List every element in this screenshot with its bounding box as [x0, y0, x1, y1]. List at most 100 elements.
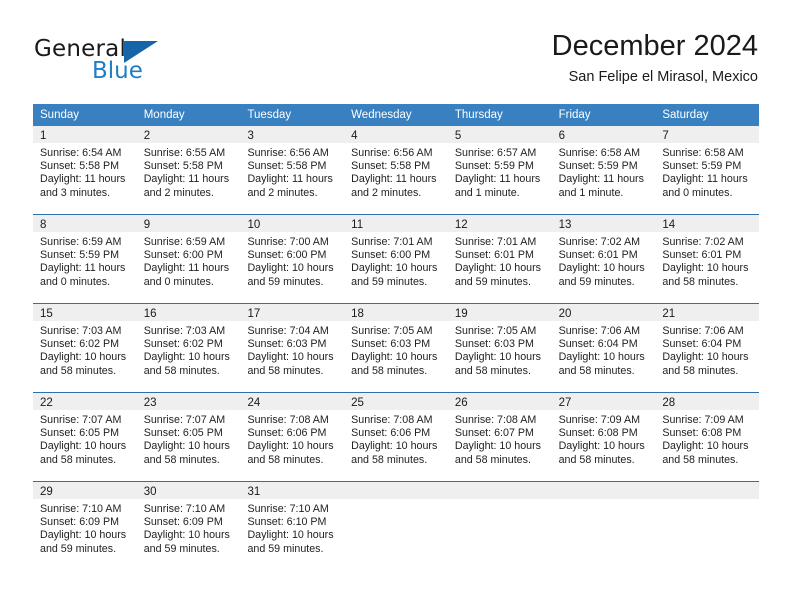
calendar-day-cell[interactable]: 5 Sunrise: 6:57 AM Sunset: 5:59 PM Daylight… — [447, 126, 552, 214]
day-number-band: 4 — [344, 126, 448, 143]
sunset-time: Sunset: 5:58 PM — [351, 160, 431, 173]
day-number-band: 2 — [136, 126, 241, 143]
calendar-day-cell[interactable]: 9 Sunrise: 6:59 AM Sunset: 6:00 PM Daylight… — [136, 215, 241, 303]
sunset-time: Sunset: 6:02 PM — [40, 338, 120, 351]
daylight-duration-line1: Daylight: 10 hours — [143, 529, 230, 542]
page-subtitle: San Felipe el Mirasol, Mexico — [568, 69, 758, 85]
calendar-day-cell[interactable]: 27 Sunrise: 7:09 AM Sunset: 6:08 PM Dayligh… — [551, 393, 656, 481]
day-number: 2 — [143, 130, 151, 142]
sunrise-time: Sunrise: 6:57 AM — [454, 147, 537, 159]
day-details: Sunrise: 6:58 AM Sunset: 5:59 PM Daylight:… — [552, 143, 656, 200]
calendar-day-cell[interactable]: 21 Sunrise: 7:06 AM Sunset: 6:04 PM Dayligh… — [655, 304, 760, 392]
sunrise-time: Sunrise: 6:56 AM — [247, 147, 329, 159]
calendar-day-cell[interactable]: 7 Sunrise: 6:58 AM Sunset: 5:59 PM Daylight… — [655, 126, 760, 214]
day-number: 12 — [454, 219, 468, 231]
sunrise-time: Sunrise: 7:00 AM — [247, 236, 329, 248]
daylight-duration-line2: and 0 minutes. — [40, 275, 111, 288]
sunset-time: Sunset: 6:07 PM — [454, 427, 534, 440]
sunset-time: Sunset: 5:58 PM — [247, 160, 327, 173]
day-number-band — [551, 482, 656, 499]
calendar-day-cell-empty — [344, 482, 448, 570]
day-number-band: 3 — [240, 126, 345, 143]
calendar-day-cell[interactable]: 19 Sunrise: 7:05 AM Sunset: 6:03 PM Dayligh… — [447, 304, 552, 392]
daylight-duration-line1: Daylight: 11 hours — [351, 173, 437, 186]
calendar-day-cell[interactable]: 24 Sunrise: 7:08 AM Sunset: 6:06 PM Dayligh… — [240, 393, 345, 481]
calendar-day-cell[interactable]: 26 Sunrise: 7:08 AM Sunset: 6:07 PM Dayligh… — [447, 393, 552, 481]
calendar-day-cell[interactable]: 6 Sunrise: 6:58 AM Sunset: 5:59 PM Daylight… — [551, 126, 656, 214]
daylight-duration-line2: and 2 minutes. — [247, 186, 318, 199]
calendar-grid: Sunday Monday Tuesday Wednesday Thursday Frid… — [33, 104, 760, 570]
sunrise-time: Sunrise: 7:07 AM — [40, 414, 122, 426]
calendar-day-cell[interactable]: 18 Sunrise: 7:05 AM Sunset: 6:03 PM Dayligh… — [344, 304, 448, 392]
day-details: Sunrise: 7:03 AM Sunset: 6:02 PM Daylight:… — [137, 321, 241, 378]
day-number-band: 1 — [33, 126, 137, 143]
day-number-band: 18 — [344, 304, 448, 321]
weekday-header-row: Sunday Monday Tuesday Wednesday Thursday Frid… — [33, 104, 759, 126]
calendar-day-cell[interactable]: 20 Sunrise: 7:06 AM Sunset: 6:04 PM Dayligh… — [551, 304, 656, 392]
sunset-time: Sunset: 6:00 PM — [351, 249, 431, 262]
calendar-day-cell[interactable]: 17 Sunrise: 7:04 AM Sunset: 6:03 PM Dayligh… — [240, 304, 345, 392]
sunrise-time: Sunrise: 7:08 AM — [454, 414, 537, 426]
weekday-header-sunday: Sunday — [40, 109, 80, 121]
sunset-time: Sunset: 5:59 PM — [558, 160, 638, 173]
day-number-band: 22 — [33, 393, 137, 410]
day-number-band: 21 — [655, 304, 760, 321]
calendar-day-cell[interactable]: 25 Sunrise: 7:08 AM Sunset: 6:06 PM Dayligh… — [344, 393, 448, 481]
day-number-band: 10 — [240, 215, 345, 232]
sunrise-time: Sunrise: 7:01 AM — [454, 236, 537, 248]
calendar-day-cell[interactable]: 12 Sunrise: 7:01 AM Sunset: 6:01 PM Dayligh… — [447, 215, 552, 303]
sunrise-time: Sunrise: 7:10 AM — [143, 503, 226, 515]
sunset-time: Sunset: 5:58 PM — [40, 160, 120, 173]
sunset-time: Sunset: 6:03 PM — [247, 338, 327, 351]
calendar-day-cell[interactable]: 16 Sunrise: 7:03 AM Sunset: 6:02 PM Dayligh… — [136, 304, 241, 392]
calendar-day-cell[interactable]: 3 Sunrise: 6:56 AM Sunset: 5:58 PM Daylight… — [240, 126, 345, 214]
day-details: Sunrise: 7:10 AM Sunset: 6:09 PM Daylight:… — [137, 499, 241, 556]
day-number: 16 — [143, 308, 157, 320]
sunrise-time: Sunrise: 7:09 AM — [558, 414, 640, 426]
sunrise-time: Sunrise: 6:55 AM — [143, 147, 226, 159]
calendar-day-cell[interactable]: 30 Sunrise: 7:10 AM Sunset: 6:09 PM Dayligh… — [136, 482, 241, 570]
sunrise-time: Sunrise: 7:05 AM — [351, 325, 433, 337]
general-blue-logo[interactable]: General Blue — [34, 36, 214, 88]
calendar-day-cell-empty — [447, 482, 552, 570]
calendar-day-cell[interactable]: 22 Sunrise: 7:07 AM Sunset: 6:05 PM Dayligh… — [33, 393, 137, 481]
calendar-day-cell[interactable]: 14 Sunrise: 7:02 AM Sunset: 6:01 PM Dayligh… — [655, 215, 760, 303]
weekday-header-monday: Monday — [143, 109, 185, 121]
calendar-day-cell[interactable]: 28 Sunrise: 7:09 AM Sunset: 6:08 PM Dayligh… — [655, 393, 760, 481]
daylight-duration-line1: Daylight: 10 hours — [454, 351, 542, 364]
weekday-header-saturday: Saturday — [662, 109, 709, 121]
day-number: 21 — [662, 308, 676, 320]
sunrise-time: Sunrise: 7:10 AM — [40, 503, 122, 515]
calendar-day-cell[interactable]: 23 Sunrise: 7:07 AM Sunset: 6:05 PM Dayligh… — [136, 393, 241, 481]
calendar-day-cell[interactable]: 10 Sunrise: 7:00 AM Sunset: 6:00 PM Dayligh… — [240, 215, 345, 303]
calendar-day-cell[interactable]: 31 Sunrise: 7:10 AM Sunset: 6:10 PM Dayligh… — [240, 482, 345, 570]
day-details: Sunrise: 7:02 AM Sunset: 6:01 PM Daylight:… — [655, 232, 759, 289]
sunset-time: Sunset: 6:09 PM — [143, 516, 223, 529]
calendar-day-cell-empty — [551, 482, 656, 570]
day-details: Sunrise: 7:09 AM Sunset: 6:08 PM Daylight:… — [655, 410, 759, 467]
day-details: Sunrise: 7:10 AM Sunset: 6:09 PM Daylight:… — [33, 499, 137, 556]
daylight-duration-line2: and 58 minutes. — [558, 364, 635, 377]
calendar-day-cell[interactable]: 15 Sunrise: 7:03 AM Sunset: 6:02 PM Dayligh… — [33, 304, 137, 392]
day-number-band: 19 — [447, 304, 552, 321]
day-number: 1 — [40, 130, 47, 142]
daylight-duration-line1: Daylight: 10 hours — [143, 351, 230, 364]
sunset-time: Sunset: 6:04 PM — [662, 338, 742, 351]
calendar-day-cell[interactable]: 2 Sunrise: 6:55 AM Sunset: 5:58 PM Daylight… — [136, 126, 241, 214]
day-number: 10 — [247, 219, 261, 231]
calendar-day-cell[interactable]: 29 Sunrise: 7:10 AM Sunset: 6:09 PM Dayligh… — [33, 482, 137, 570]
calendar-day-cell[interactable]: 4 Sunrise: 6:56 AM Sunset: 5:58 PM Daylight… — [344, 126, 448, 214]
calendar-page: General Blue December 2024 San Felipe el… — [0, 0, 792, 612]
calendar-day-cell[interactable]: 13 Sunrise: 7:02 AM Sunset: 6:01 PM Dayligh… — [551, 215, 656, 303]
sunrise-time: Sunrise: 6:59 AM — [143, 236, 226, 248]
day-details: Sunrise: 6:56 AM Sunset: 5:58 PM Daylight:… — [344, 143, 448, 200]
sunrise-time: Sunrise: 7:07 AM — [143, 414, 226, 426]
calendar-day-cell[interactable]: 11 Sunrise: 7:01 AM Sunset: 6:00 PM Dayligh… — [344, 215, 448, 303]
day-number-band: 31 — [240, 482, 345, 499]
page-header: General Blue December 2024 San Felipe el… — [34, 28, 758, 94]
calendar-day-cell[interactable]: 1 Sunrise: 6:54 AM Sunset: 5:58 PM Daylight… — [33, 126, 137, 214]
day-number: 11 — [351, 219, 364, 231]
daylight-duration-line1: Daylight: 10 hours — [558, 440, 645, 453]
calendar-day-cell[interactable]: 8 Sunrise: 6:59 AM Sunset: 5:59 PM Daylight… — [33, 215, 137, 303]
sunset-time: Sunset: 5:59 PM — [454, 160, 534, 173]
